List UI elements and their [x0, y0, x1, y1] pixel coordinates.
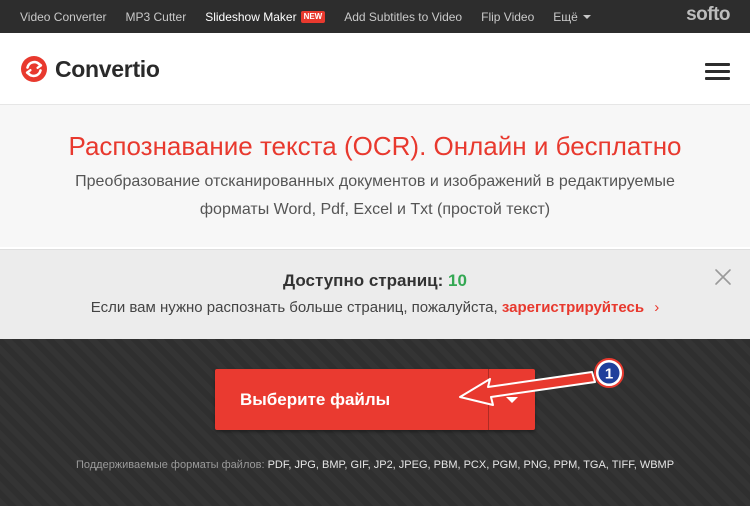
- chevron-down-icon: [506, 396, 518, 403]
- supported-formats: Поддерживаемые форматы файлов: PDF, JPG,…: [0, 459, 750, 471]
- close-icon[interactable]: [714, 268, 732, 286]
- register-prompt-text: Если вам нужно распознать больше страниц…: [90, 299, 498, 316]
- nav-slideshow-maker-label: Slideshow Maker: [205, 9, 297, 24]
- site-header: Convertio: [0, 33, 750, 105]
- page-subtitle-line-1: Преобразование отсканированных документо…: [75, 173, 675, 190]
- nav-mp3-cutter[interactable]: MP3 Cutter: [126, 10, 187, 24]
- supported-formats-list: PDF, JPG, BMP, GIF, JP2, JPEG, PBM, PCX,…: [267, 459, 675, 471]
- new-badge: NEW: [300, 10, 326, 23]
- top-navigation-bar: Video Converter MP3 Cutter Slideshow Mak…: [0, 0, 750, 33]
- page-title: Распознавание текста (OCR). Онлайн и бес…: [68, 131, 682, 161]
- hero-section: Распознавание текста (OCR). Онлайн и бес…: [0, 105, 750, 247]
- nav-add-subtitles[interactable]: Add Subtitles to Video: [344, 10, 462, 24]
- page-subtitle-line-2: форматы Word, Pdf, Excel и Txt (простой …: [199, 201, 551, 218]
- nav-more-label: Ещё: [553, 9, 578, 24]
- nav-more-dropdown[interactable]: Ещё: [553, 10, 591, 24]
- upload-area: Выберите файлы Поддерживаемые форматы фа…: [0, 339, 750, 506]
- nav-video-converter[interactable]: Video Converter: [20, 10, 107, 24]
- chevron-down-icon: [582, 14, 591, 19]
- convertio-logo-text: Convertio: [55, 55, 160, 82]
- top-nav-links: Video Converter MP3 Cutter Slideshow Mak…: [20, 0, 610, 33]
- pages-notice: Доступно страниц: 10 Если вам нужно расп…: [0, 249, 750, 339]
- softo-logo[interactable]: softo: [686, 4, 730, 26]
- hamburger-menu-icon[interactable]: [705, 63, 730, 80]
- available-pages-count: 10: [448, 271, 467, 290]
- convertio-logo[interactable]: Convertio: [20, 55, 160, 83]
- register-prompt: Если вам нужно распознать больше страниц…: [0, 299, 750, 316]
- page-subtitle: Преобразование отсканированных документо…: [30, 168, 720, 224]
- available-pages: Доступно страниц: 10: [0, 271, 750, 291]
- supported-formats-label: Поддерживаемые форматы файлов:: [75, 459, 265, 471]
- choose-files-button[interactable]: Выберите файлы: [215, 369, 535, 430]
- nav-slideshow-maker[interactable]: Slideshow Maker NEW: [205, 9, 326, 24]
- choose-source-dropdown[interactable]: [489, 369, 535, 430]
- convertio-logo-icon: [21, 56, 47, 82]
- available-pages-label: Доступно страниц:: [283, 271, 444, 290]
- register-link-label: зарегистрируйтесь: [501, 299, 645, 316]
- chevron-right-icon: ›: [654, 299, 660, 316]
- choose-files-label: Выберите файлы: [240, 389, 391, 409]
- register-link[interactable]: зарегистрируйтесь ›: [502, 299, 659, 316]
- nav-flip-video[interactable]: Flip Video: [481, 10, 534, 24]
